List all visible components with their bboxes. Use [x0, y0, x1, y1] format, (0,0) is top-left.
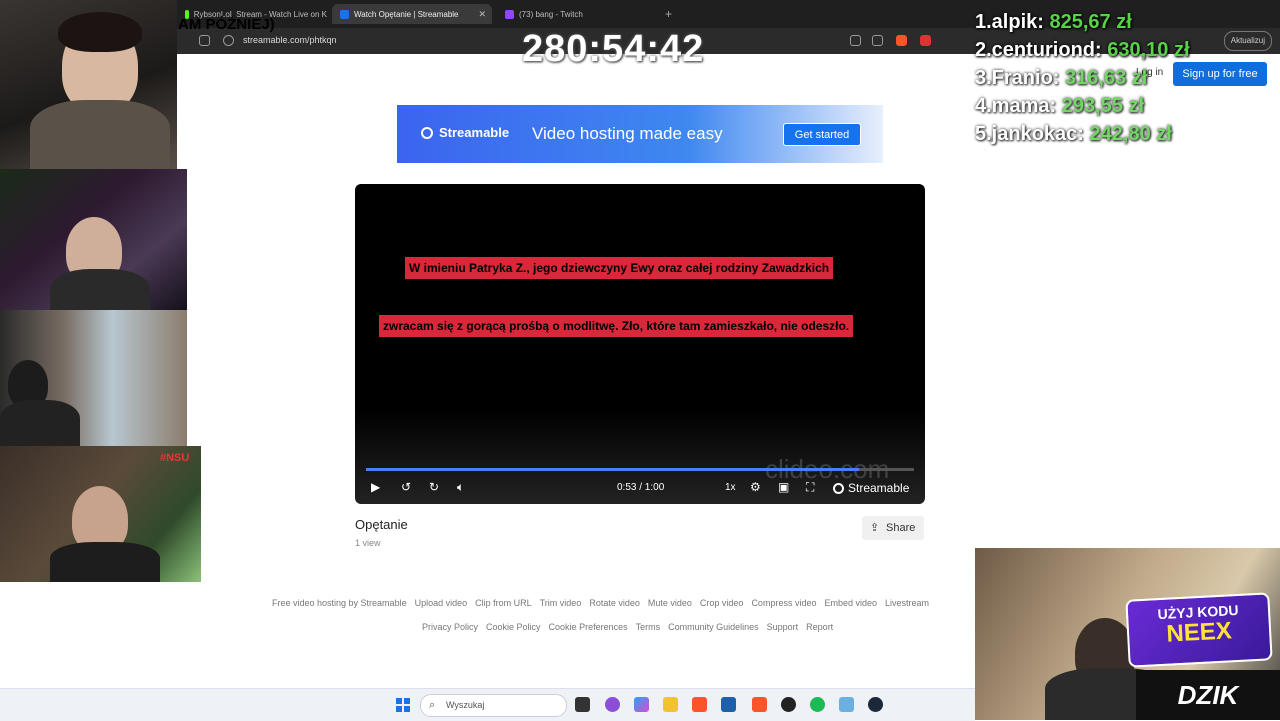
video-subtitle: zwracam się z gorącą prośbą o modlitwę. … [379, 315, 854, 337]
share-page-icon[interactable] [872, 35, 883, 46]
windows-start-icon[interactable] [396, 698, 410, 712]
new-tab-button[interactable]: + [665, 7, 672, 21]
footer-link[interactable]: Rotate video [589, 598, 640, 608]
pip-icon[interactable]: ▣ [778, 480, 789, 494]
footer-link[interactable]: Report [806, 622, 833, 632]
leaderboard-row: 4.mama: 293,55 zł [975, 95, 1145, 117]
footer-legal-links: Privacy Policy Cookie Policy Cookie Prefer… [422, 622, 841, 632]
brave-shield-icon[interactable] [896, 35, 907, 46]
brave-rewards-icon[interactable] [920, 35, 931, 46]
messenger-icon[interactable] [605, 697, 620, 712]
time-display: 0:53 / 1:00 [617, 482, 665, 493]
taskbar-search[interactable]: ⌕ Wyszukaj [420, 694, 567, 717]
steam-icon[interactable] [868, 697, 883, 712]
update-button[interactable]: Aktualizuj [1223, 31, 1272, 51]
share-button[interactable]: ⇪ Share [862, 516, 924, 540]
footer-link[interactable]: Livestream [885, 598, 929, 608]
get-started-button[interactable]: Get started [783, 123, 861, 146]
site-info-icon[interactable] [223, 35, 234, 46]
footer-link[interactable]: Crop video [700, 598, 744, 608]
spotify-icon[interactable] [810, 697, 825, 712]
footer-links: Free video hosting by Streamable Upload v… [272, 598, 975, 608]
footer-link[interactable]: Terms [636, 622, 661, 632]
video-title: Opętanie [355, 517, 408, 532]
timer-subtext: TYRALNIA [512, 68, 731, 112]
video-subtitle: W imieniu Patryka Z., jego dziewczyny Ew… [405, 257, 834, 279]
streamable-logo: Streamable [421, 125, 509, 140]
settings-icon[interactable]: ⚙ [750, 480, 761, 494]
footer-link[interactable]: Clip from URL [475, 598, 532, 608]
promo-code-overlay: UŻYJ KODU NEEX [1125, 592, 1273, 668]
share-icon: ⇪ [870, 522, 880, 534]
stream-title-fragment: AM PÓŹNIEJ) [178, 16, 275, 33]
footer-link[interactable]: Free video hosting by Streamable [272, 598, 407, 608]
folder-icon[interactable] [663, 697, 678, 712]
browser-tab[interactable]: (73) bang - Twitch [497, 4, 657, 24]
volume-icon[interactable]: 🔈︎ [457, 480, 464, 495]
browser-tab-active[interactable]: Watch Opętanie | Streamable ✕ [332, 4, 492, 24]
copilot-icon[interactable] [634, 697, 649, 712]
player-brand[interactable]: Streamable [833, 481, 909, 495]
store-icon[interactable] [721, 697, 736, 712]
webcam-streamer-4: #NSU [0, 446, 201, 582]
file-explorer-icon[interactable] [575, 697, 590, 712]
footer-link[interactable]: Privacy Policy [422, 622, 478, 632]
brave-icon[interactable] [752, 697, 767, 712]
banner-tagline: Video hosting made easy [532, 124, 723, 143]
leaderboard-row: 5.jankokac: 242,80 zł [975, 123, 1172, 145]
close-tab-icon[interactable]: ✕ [478, 9, 486, 20]
search-icon: ⌕ [429, 699, 436, 711]
footer-link[interactable]: Community Guidelines [668, 622, 759, 632]
leaderboard-row: 1.alpik: 825,67 zł [975, 11, 1132, 33]
streamable-icon [340, 9, 349, 19]
video-player[interactable]: W imieniu Patryka Z., jego dziewczyny Ew… [355, 184, 925, 504]
url-field[interactable]: streamable.com/phtkqn [243, 35, 337, 45]
fullscreen-icon[interactable]: ⛶ [806, 480, 814, 495]
ad-banner[interactable]: Streamable Video hosting made easy Get s… [397, 105, 883, 163]
translate-icon[interactable] [850, 35, 861, 46]
cam-label: #NSU [160, 452, 190, 464]
forward-icon[interactable]: ↻ [429, 480, 439, 494]
webcam-streamer-2 [0, 169, 187, 310]
progress-bar[interactable] [366, 468, 914, 471]
footer-link[interactable]: Cookie Preferences [549, 622, 628, 632]
rewind-icon[interactable]: ↺ [401, 480, 411, 494]
taskbar: ⌕ Wyszukaj [0, 688, 975, 721]
progress-fill [366, 468, 860, 471]
obs-icon[interactable] [781, 697, 796, 712]
streamable-icon [421, 126, 433, 139]
footer-link[interactable]: Mute video [648, 598, 692, 608]
footer-link[interactable]: Trim video [540, 598, 582, 608]
leaderboard-row: 3.Franio: 316,63 zł [975, 67, 1148, 89]
notepad-icon[interactable] [839, 697, 854, 712]
view-count: 1 view [355, 538, 381, 548]
twitch-icon [505, 9, 514, 19]
brave-icon[interactable] [692, 697, 707, 712]
bookmark-icon[interactable] [199, 35, 210, 46]
streamable-icon [833, 482, 844, 494]
footer-link[interactable]: Embed video [824, 598, 877, 608]
speed-button[interactable]: 1x [725, 482, 736, 493]
footer-link[interactable]: Cookie Policy [486, 622, 541, 632]
sponsor-logo: DZIK [1136, 670, 1280, 720]
webcam-streamer-3 [0, 310, 187, 446]
donation-leaderboard: 1.alpik: 825,67 zł 2.centuriond: 630,10 … [975, 8, 1190, 148]
leaderboard-row: 2.centuriond: 630,10 zł [975, 39, 1190, 61]
footer-link[interactable]: Compress video [751, 598, 816, 608]
footer-link[interactable]: Support [767, 622, 799, 632]
footer-link[interactable]: Upload video [415, 598, 468, 608]
subathon-timer: 280:54:42 [522, 28, 705, 70]
play-icon[interactable]: ▶ [371, 480, 380, 494]
webcam-streamer-1 [0, 0, 177, 169]
